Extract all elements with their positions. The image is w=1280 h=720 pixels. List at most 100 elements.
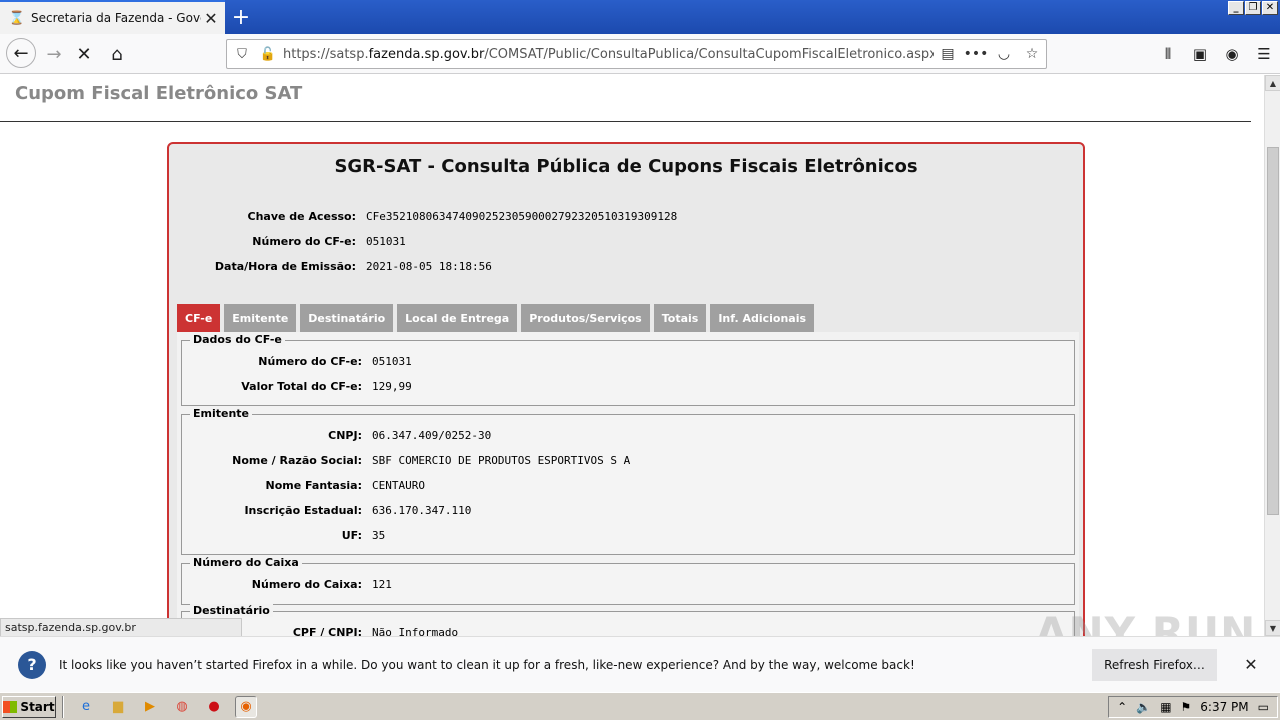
opera-icon[interactable]: ● xyxy=(203,696,225,718)
field-label: Nome / Razão Social: xyxy=(232,454,362,467)
taskbar-separator xyxy=(62,695,64,718)
panel-title: SGR-SAT - Consulta Pública de Cupons Fis… xyxy=(334,156,918,177)
scroll-up-icon[interactable]: ▲ xyxy=(1265,75,1280,91)
pocket-icon[interactable]: ◡ xyxy=(990,43,1018,65)
url-text[interactable]: https://satsp.fazenda.sp.gov.br/COMSAT/P… xyxy=(279,47,934,62)
section-numero-caixa: Número do Caixa Número do Caixa: 121 xyxy=(181,556,1075,605)
browser-tab[interactable]: ⌛ Secretaria da Fazenda - Governo do Est… xyxy=(0,0,225,34)
field-value: 051031 xyxy=(366,235,406,248)
tab-produtos-servicos[interactable]: Produtos/Serviços xyxy=(521,304,650,332)
section-destinatario: Destinatário CPF / CNPJ: Não Informado xyxy=(181,604,1075,636)
close-window-button[interactable]: ✕ xyxy=(1262,1,1278,15)
start-button[interactable]: Start xyxy=(2,695,56,718)
folder-icon[interactable]: ▆ xyxy=(107,696,129,718)
section-legend: Destinatário xyxy=(190,604,273,617)
tab-destinatario[interactable]: Destinatário xyxy=(300,304,394,332)
field-label: Número do Caixa: xyxy=(251,578,362,591)
url-prefix: https://satsp. xyxy=(283,46,369,62)
tab-title: Secretaria da Fazenda - Governo do Estad… xyxy=(31,11,201,25)
reader-view-icon[interactable]: ▤ xyxy=(934,43,962,65)
tab-local-entrega[interactable]: Local de Entrega xyxy=(397,304,518,332)
section-legend: Dados do CF-e xyxy=(190,333,285,346)
page-actions-icon[interactable]: ••• xyxy=(962,43,990,65)
screen: ⌛ Secretaria da Fazenda - Governo do Est… xyxy=(0,0,1280,720)
account-icon[interactable]: ◉ xyxy=(1216,40,1248,68)
field-row: Inscrição Estadual: 636.170.347.110 xyxy=(182,504,471,520)
section-legend: Emitente xyxy=(190,407,253,420)
field-label: Chave de Acesso: xyxy=(247,210,357,223)
field-value: 35 xyxy=(372,529,386,542)
back-button[interactable]: ← xyxy=(6,38,36,68)
hourglass-icon: ⌛ xyxy=(8,10,26,26)
navigation-toolbar: ← → ✕ ⌂ ⛉ 🔓 https://satsp.fazenda.sp.gov… xyxy=(0,34,1280,74)
close-tab-icon[interactable]: ✕ xyxy=(201,8,221,28)
forward-button[interactable]: → xyxy=(40,40,68,68)
header-divider xyxy=(0,121,1251,122)
field-value: 2021-08-05 18:18:56 xyxy=(366,260,492,273)
volume-icon[interactable]: 🔈 xyxy=(1136,700,1151,714)
vertical-scrollbar[interactable]: ▲ ▼ xyxy=(1264,75,1280,636)
field-label: Inscrição Estadual: xyxy=(244,504,362,517)
field-value: 121 xyxy=(372,578,392,591)
scroll-thumb[interactable] xyxy=(1267,147,1279,515)
new-tab-button[interactable]: + xyxy=(228,4,254,30)
stop-button[interactable]: ✕ xyxy=(70,40,98,68)
question-icon: ? xyxy=(18,650,46,679)
close-notification-icon[interactable]: ✕ xyxy=(1237,651,1265,679)
url-domain: fazenda.sp.gov.br xyxy=(368,46,485,62)
sidebar-icon[interactable]: ▣ xyxy=(1184,40,1216,68)
home-button[interactable]: ⌂ xyxy=(103,40,131,68)
tab-emitente[interactable]: Emitente xyxy=(224,304,297,332)
field-value: SBF COMERCIO DE PRODUTOS ESPORTIVOS S A xyxy=(372,454,631,467)
tab-cfe[interactable]: CF-e xyxy=(177,304,221,332)
field-label: CNPJ: xyxy=(328,429,362,442)
field-label: Número do CF-e: xyxy=(258,355,362,368)
flag-icon[interactable]: ⚑ xyxy=(1181,700,1192,714)
network-icon[interactable]: ▦ xyxy=(1160,700,1171,714)
notification-bar: ? It looks like you haven’t started Fire… xyxy=(0,636,1280,692)
chrome-icon[interactable]: ◍ xyxy=(171,696,193,718)
field-label: UF: xyxy=(341,529,362,542)
start-label: Start xyxy=(20,699,55,714)
field-value: CFe3521080634740902523059000279232051031… xyxy=(366,210,678,223)
refresh-firefox-button[interactable]: Refresh Firefox… xyxy=(1092,648,1217,681)
restore-button[interactable]: ❐ xyxy=(1245,1,1261,15)
media-player-icon[interactable]: ▶ xyxy=(139,696,161,718)
minimize-button[interactable]: _ xyxy=(1228,1,1244,15)
menu-icon[interactable]: ☰ xyxy=(1248,40,1280,68)
internet-explorer-icon[interactable]: e xyxy=(75,696,97,718)
taskbar: Start e ▆ ▶ ◍ ● ◉ ⌃ 🔈 ▦ ⚑ 6:37 PM ▭ xyxy=(0,692,1280,720)
tab-inf-adicionais[interactable]: Inf. Adicionais xyxy=(710,304,815,332)
field-value: CENTAURO xyxy=(372,479,425,492)
show-desktop-icon[interactable]: ▭ xyxy=(1258,700,1269,714)
window-controls: _ ❐ ✕ xyxy=(1228,1,1278,15)
field-label: Data/Hora de Emissão: xyxy=(214,260,356,273)
field-row: CNPJ: 06.347.409/0252-30 xyxy=(182,429,491,445)
url-bar[interactable]: ⛉ 🔓 https://satsp.fazenda.sp.gov.br/COMS… xyxy=(226,39,1047,69)
shield-icon[interactable]: ⛉ xyxy=(231,43,253,65)
scroll-down-icon[interactable]: ▼ xyxy=(1265,620,1280,636)
field-value: 636.170.347.110 xyxy=(372,504,472,517)
notification-message: It looks like you haven’t started Firefo… xyxy=(59,657,915,672)
header-field-chave: Chave de Acesso: CFe35210806347409025230… xyxy=(169,210,678,226)
field-row: Número do Caixa: 121 xyxy=(182,578,392,594)
firefox-icon[interactable]: ◉ xyxy=(235,695,257,718)
page-content: Cupom Fiscal Eletrônico SAT SGR-SAT - Co… xyxy=(0,75,1264,636)
field-label: Nome Fantasia: xyxy=(265,479,362,492)
tab-body: Dados do CF-e Número do CF-e: 051031 Val… xyxy=(177,332,1079,636)
consulta-panel: SGR-SAT - Consulta Pública de Cupons Fis… xyxy=(167,142,1085,636)
section-emitente: Emitente CNPJ: 06.347.409/0252-30 Nome /… xyxy=(181,407,1075,555)
field-row: Número do CF-e: 051031 xyxy=(182,355,411,371)
library-icon[interactable]: ⫴ xyxy=(1152,40,1184,68)
tab-totais[interactable]: Totais xyxy=(653,304,707,332)
field-row: Nome / Razão Social: SBF COMERCIO DE PRO… xyxy=(182,454,630,470)
field-row: Valor Total do CF-e: 129,99 xyxy=(182,380,412,396)
header-field-data: Data/Hora de Emissão: 2021-08-05 18:18:5… xyxy=(169,260,492,276)
bookmark-star-icon[interactable]: ☆ xyxy=(1018,43,1046,65)
tray-expand-icon[interactable]: ⌃ xyxy=(1117,700,1127,714)
header-field-numero: Número do CF-e: 051031 xyxy=(169,235,406,251)
site-title: Cupom Fiscal Eletrônico SAT xyxy=(15,83,303,104)
field-value: 129,99 xyxy=(372,380,412,393)
lock-icon[interactable]: 🔓 xyxy=(257,43,279,65)
field-value: 06.347.409/0252-30 xyxy=(372,429,492,442)
